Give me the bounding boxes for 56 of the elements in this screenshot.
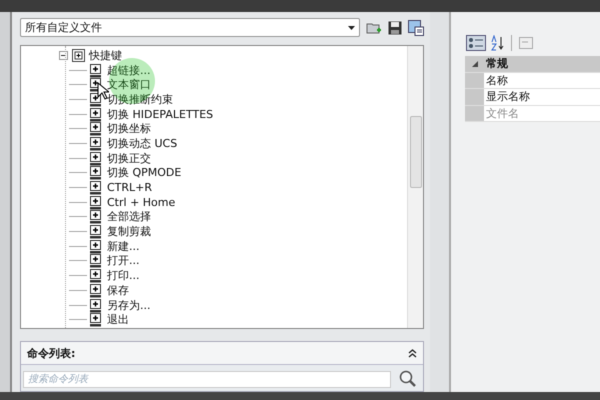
command-icon — [89, 298, 102, 313]
search-field[interactable]: 搜索命令列表 — [23, 370, 391, 388]
scrollbar[interactable] — [407, 46, 423, 328]
command-icon — [89, 165, 102, 180]
categorized-icon[interactable] — [466, 35, 486, 51]
caret-icon — [348, 26, 355, 30]
command-icon — [89, 136, 102, 151]
tree-item[interactable]: 切换坐标 — [107, 122, 151, 136]
sort-icon[interactable] — [490, 35, 504, 51]
tree-item[interactable]: 退出 — [107, 313, 129, 326]
command-icon — [89, 282, 102, 298]
window-icon[interactable] — [408, 20, 424, 36]
tree-item[interactable]: 打印... — [107, 269, 140, 282]
panel-title: 命令列表: — [27, 346, 76, 360]
tree-item[interactable]: 新建... — [107, 240, 140, 253]
tree-item[interactable]: CTRL+R — [107, 181, 152, 194]
row-gutter — [465, 89, 484, 104]
command-icon — [89, 238, 102, 254]
folder-icon — [71, 48, 86, 63]
command-icon — [89, 106, 102, 122]
property-name[interactable]: 名称 — [484, 72, 600, 88]
command-icon — [89, 121, 102, 136]
command-icon — [89, 194, 102, 210]
category-label: 常规 — [485, 56, 508, 72]
command-icon — [89, 150, 102, 166]
tree-item[interactable]: 快捷键 — [89, 48, 122, 62]
tree-item[interactable]: 全部选择 — [107, 210, 151, 224]
search-icon[interactable] — [399, 370, 417, 388]
tree-item[interactable]: 打开... — [107, 254, 140, 268]
tree-item[interactable]: 超链接... — [107, 64, 150, 77]
scroll-thumb[interactable] — [410, 116, 422, 188]
row-gutter — [465, 106, 484, 121]
command-icon — [89, 209, 102, 224]
tree-item[interactable]: 复制剪裁 — [107, 225, 151, 238]
collapse-icon[interactable] — [59, 50, 68, 60]
expand-arrow-icon[interactable] — [472, 60, 478, 67]
open-folder-icon[interactable] — [366, 20, 382, 34]
command-icon — [89, 268, 102, 284]
tree-item[interactable]: 保存 — [107, 284, 129, 297]
tree-item[interactable]: 切换正交 — [107, 152, 151, 165]
tree-item[interactable]: 切换 QPMODE — [107, 166, 182, 180]
tree-item[interactable]: 切换动态 UCS — [107, 136, 178, 150]
tree-item[interactable]: 另存为... — [107, 298, 150, 312]
file-filter-dropdown[interactable]: 所有自定义文件 — [20, 18, 360, 37]
property-name[interactable]: 显示名称 — [484, 89, 600, 104]
tree-item[interactable]: 切换推断约束 — [107, 92, 173, 106]
command-icon — [89, 253, 102, 268]
tree-item[interactable]: 文本窗口 — [107, 78, 151, 92]
command-icon — [89, 62, 102, 78]
tree-item[interactable]: 切换 HIDEPALETTES — [107, 108, 214, 121]
command-icon — [89, 224, 102, 240]
tree-item[interactable]: Ctrl + Home — [107, 196, 176, 209]
cursor-icon — [97, 82, 109, 100]
collapse-icon[interactable] — [408, 348, 417, 358]
command-icon — [89, 180, 102, 196]
save-icon[interactable] — [388, 20, 402, 34]
